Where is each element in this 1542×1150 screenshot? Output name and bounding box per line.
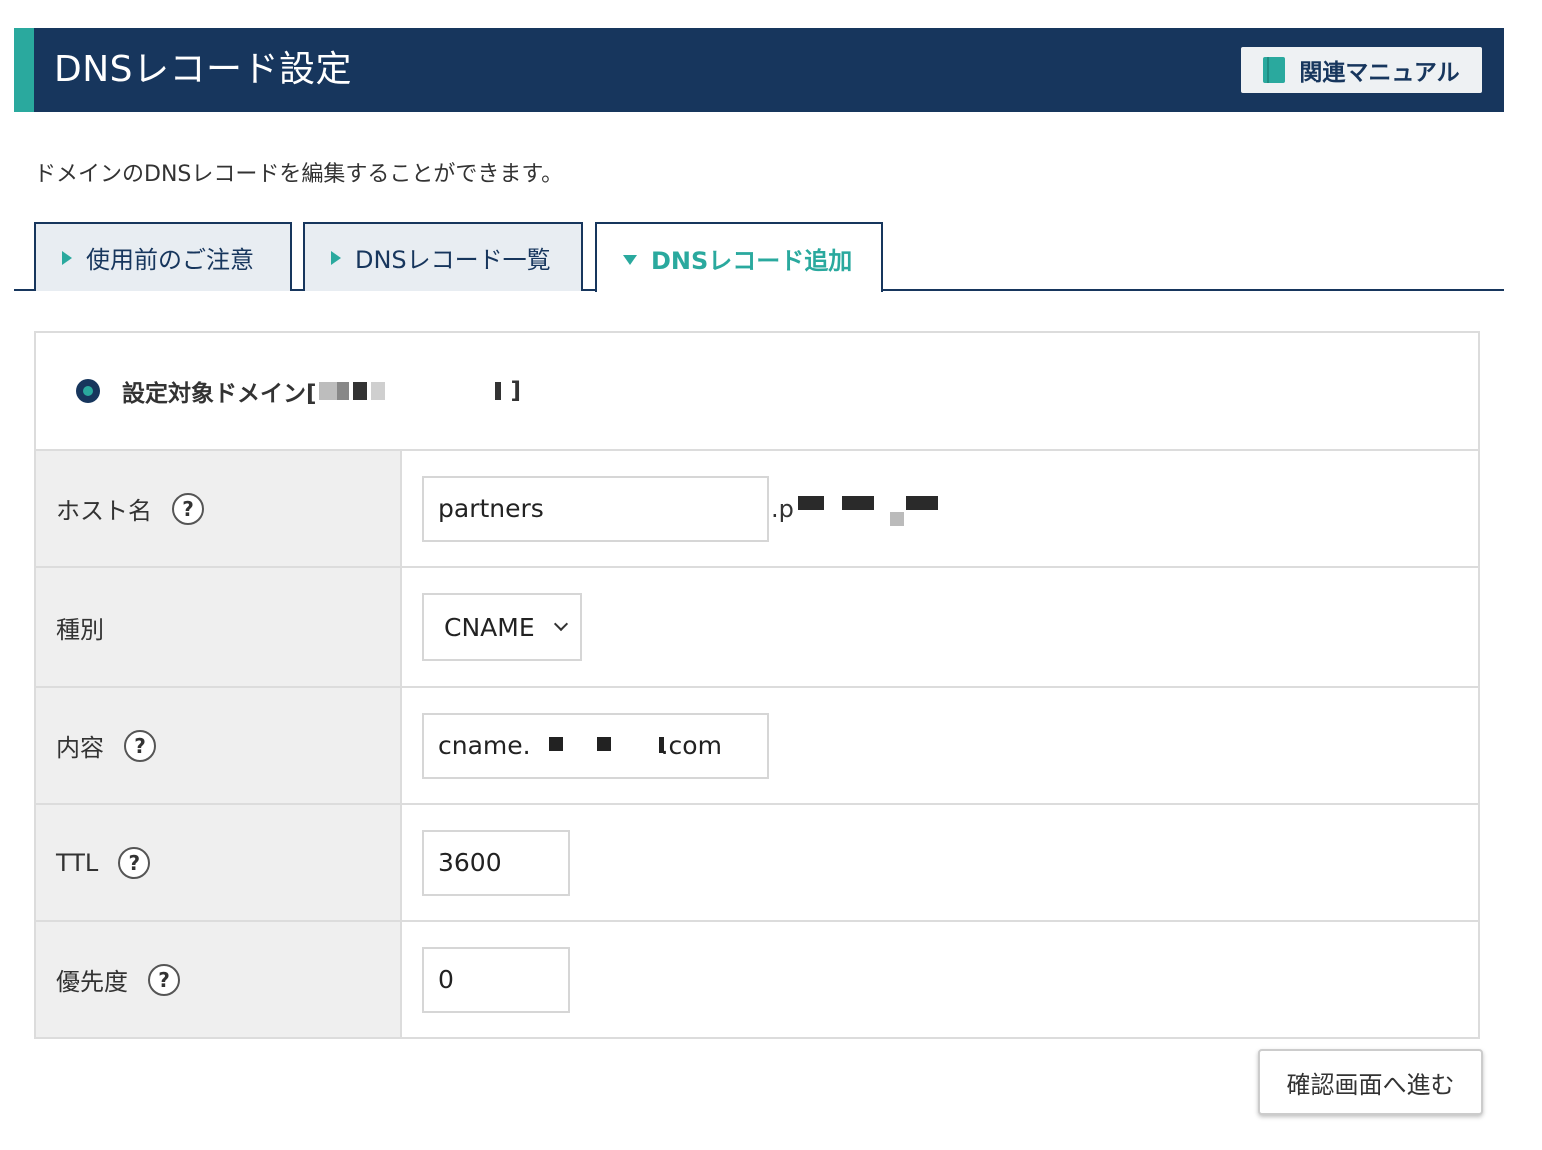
page-header: DNSレコード設定 関連マニュアル	[14, 28, 1504, 112]
help-icon[interactable]: ?	[118, 846, 151, 879]
host-row: ホスト名 ? partners .p	[36, 451, 1478, 568]
triangle-right-icon	[62, 250, 72, 265]
target-domain-close: ]	[510, 378, 522, 404]
host-input-cell: partners .p	[402, 451, 1478, 566]
host-domain-suffix: .p	[771, 494, 944, 526]
tab-precautions[interactable]: 使用前のご注意	[34, 222, 292, 291]
tab-label: DNSレコード追加	[651, 246, 853, 275]
type-label: 種別	[56, 615, 104, 644]
host-suffix-text: .p	[771, 494, 794, 523]
page-description: ドメインのDNSレコードを編集することができます。	[34, 162, 564, 187]
help-icon[interactable]: ?	[172, 492, 204, 525]
priority-input-cell: 0	[402, 922, 1478, 1037]
ttl-input-cell: 3600	[402, 805, 1478, 920]
target-domain-heading: 設定対象ドメイン[ ]	[36, 333, 1478, 451]
masked-domain-suffix	[794, 495, 944, 526]
masked-domain	[318, 382, 509, 400]
tab-label: DNSレコード一覧	[355, 246, 551, 274]
host-input[interactable]: partners	[422, 475, 769, 542]
ttl-row: TTL ? 3600	[36, 805, 1478, 922]
confirm-button[interactable]: 確認画面へ進む	[1258, 1049, 1483, 1115]
content-input-cell: cname. .com	[402, 688, 1478, 803]
content-value-prefix: cname.	[438, 731, 531, 760]
priority-label: 優先度	[56, 968, 128, 996]
tab-dns-record-add[interactable]: DNSレコード追加	[595, 222, 883, 292]
host-label-cell: ホスト名 ?	[36, 451, 402, 566]
help-icon[interactable]: ?	[148, 963, 180, 996]
book-icon	[1263, 57, 1286, 83]
content-value-suffix: .com	[660, 731, 722, 760]
dns-record-form: 設定対象ドメイン[ ] ホスト名 ? partners .p 種別 CNAME …	[34, 331, 1480, 1039]
type-row: 種別 CNAME	[36, 568, 1478, 688]
tab-dns-record-list[interactable]: DNSレコード一覧	[303, 222, 583, 291]
host-label: ホスト名	[56, 497, 152, 525]
content-label-cell: 内容 ?	[36, 688, 402, 803]
priority-input[interactable]: 0	[422, 946, 570, 1013]
record-type-select[interactable]: CNAME	[422, 593, 582, 661]
ttl-label-cell: TTL ?	[36, 805, 402, 920]
content-label: 内容	[56, 734, 104, 762]
type-label-cell: 種別	[36, 568, 402, 686]
related-manual-label: 関連マニュアル	[1299, 60, 1460, 86]
tab-label: 使用前のご注意	[86, 246, 254, 274]
triangle-right-icon	[331, 250, 341, 265]
related-manual-button[interactable]: 関連マニュアル	[1241, 47, 1482, 93]
bullet-icon	[76, 379, 100, 403]
triangle-down-icon	[623, 255, 637, 265]
page-title: DNSレコード設定	[54, 49, 353, 90]
content-input[interactable]: cname. .com	[422, 712, 769, 779]
content-row: 内容 ? cname. .com	[36, 688, 1478, 805]
ttl-input[interactable]: 3600	[422, 829, 570, 896]
help-icon[interactable]: ?	[124, 729, 156, 762]
type-select-cell: CNAME	[402, 568, 1478, 686]
ttl-label: TTL	[56, 848, 99, 877]
masked-content	[531, 733, 664, 759]
target-domain-label: 設定対象ドメイン[	[122, 381, 317, 407]
record-type-value: CNAME	[444, 612, 535, 642]
priority-row: 優先度 ? 0	[36, 922, 1478, 1037]
chevron-down-icon	[553, 616, 569, 632]
priority-label-cell: 優先度 ?	[36, 922, 402, 1037]
